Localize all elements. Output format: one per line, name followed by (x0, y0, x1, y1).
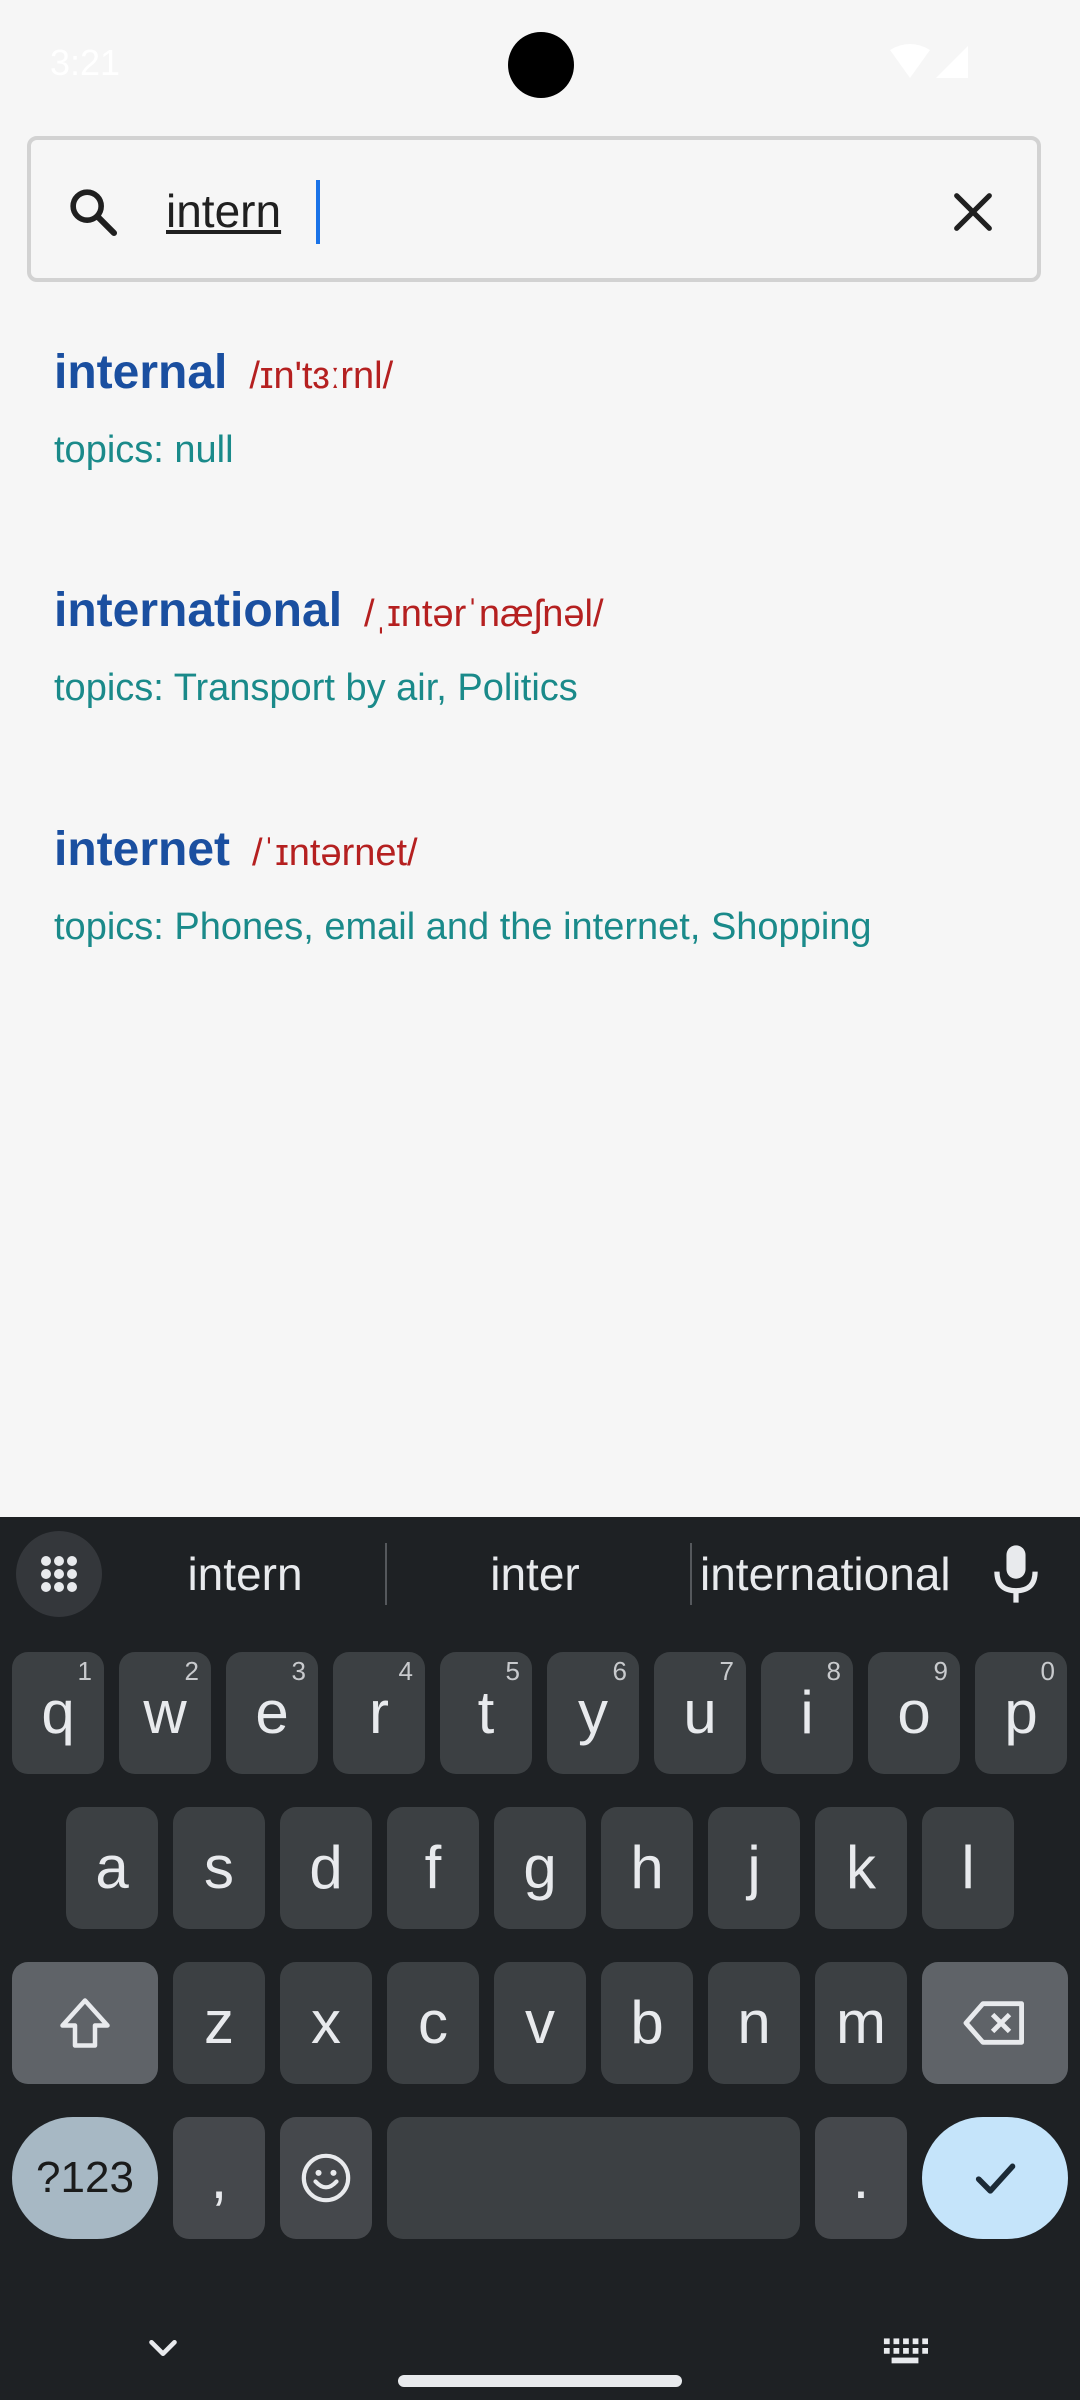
backspace-icon (963, 2001, 1024, 2045)
key-e[interactable]: e3 (226, 1652, 318, 1774)
check-icon (975, 2163, 1016, 2194)
result-phonetic: /ˈɪntərnet/ (252, 832, 418, 874)
suggestion-3[interactable]: international (700, 1539, 951, 1609)
key-letter: p (1004, 1679, 1038, 1746)
suggestion-strip: intern inter international (0, 1517, 1080, 1627)
key-h[interactable]: h (601, 1807, 693, 1929)
key-c[interactable]: c (387, 1962, 479, 2084)
key-s[interactable]: s (173, 1807, 265, 1929)
result-phonetic: /ɪn'tɜːrnl/ (249, 355, 394, 397)
apps-grid-button[interactable] (16, 1531, 102, 1617)
key-hint: 9 (933, 1656, 948, 1686)
key-u[interactable]: u7 (654, 1652, 746, 1774)
key-t[interactable]: t5 (440, 1652, 532, 1774)
key-v[interactable]: v (494, 1962, 586, 2084)
search-icon[interactable] (65, 184, 121, 240)
key-hint: 1 (77, 1656, 92, 1686)
result-topics: topics: Transport by air, Politics (54, 667, 578, 709)
result-topics: topics: Phones, email and the internet, … (54, 906, 872, 948)
result-headline: international/ˌɪntərˈnæʃnəl/ (54, 583, 604, 638)
key-l[interactable]: l (922, 1807, 1014, 1929)
result-word: internet (54, 823, 231, 876)
grid-icon (41, 1556, 77, 1592)
result-headline: internet/ˈɪntərnet/ (54, 822, 418, 877)
key-letter: w (143, 1679, 187, 1746)
chevron-down-icon[interactable] (140, 2325, 186, 2371)
period-key[interactable]: . (815, 2117, 907, 2239)
close-icon[interactable] (945, 184, 1001, 240)
keyboard-nav-row (0, 2299, 1080, 2400)
symbols-mode-key[interactable]: ?123 (12, 2117, 158, 2239)
key-f[interactable]: f (387, 1807, 479, 1929)
status-time: 3:21 (50, 42, 121, 83)
key-letter: e (255, 1679, 289, 1746)
key-m[interactable]: m (815, 1962, 907, 2084)
camera-cutout (508, 32, 574, 98)
result-item[interactable]: international/ˌɪntərˈnæʃnəl/ topics: Tra… (54, 583, 1044, 783)
home-indicator[interactable] (398, 2375, 682, 2387)
key-hint: 8 (826, 1656, 841, 1686)
shift-key[interactable] (12, 1962, 158, 2084)
search-box[interactable] (27, 136, 1041, 282)
result-word: internal (54, 346, 228, 399)
key-hint: 3 (291, 1656, 306, 1686)
key-j[interactable]: j (708, 1807, 800, 1929)
key-hint: 7 (719, 1656, 734, 1686)
status-bar: 3:21 (0, 0, 1080, 130)
keyboard-switch-icon[interactable] (880, 2325, 930, 2371)
result-word: international (54, 584, 343, 637)
key-hint: 0 (1040, 1656, 1055, 1686)
key-b[interactable]: b (601, 1962, 693, 2084)
key-q[interactable]: q1 (12, 1652, 104, 1774)
microphone-icon[interactable] (986, 1543, 1046, 1605)
emoji-key[interactable] (280, 2117, 372, 2239)
key-letter: t (477, 1679, 495, 1746)
key-n[interactable]: n (708, 1962, 800, 2084)
soft-keyboard: intern inter international q1 w2 e3 r4 t… (0, 1517, 1080, 2400)
key-letter: y (578, 1679, 608, 1746)
key-k[interactable]: k (815, 1807, 907, 1929)
key-r[interactable]: r4 (333, 1652, 425, 1774)
key-i[interactable]: i8 (761, 1652, 853, 1774)
key-hint: 4 (398, 1656, 413, 1686)
key-hint: 2 (184, 1656, 199, 1686)
key-o[interactable]: o9 (868, 1652, 960, 1774)
key-d[interactable]: d (280, 1807, 372, 1929)
key-g[interactable]: g (494, 1807, 586, 1929)
backspace-key[interactable] (922, 1962, 1068, 2084)
result-item[interactable]: internal/ɪn'tɜːrnl/ topics: null (54, 345, 1044, 545)
key-letter: u (683, 1679, 717, 1746)
key-letter: i (800, 1679, 814, 1746)
key-hint: 5 (505, 1656, 520, 1686)
suggestion-divider (690, 1543, 692, 1605)
emoji-icon (301, 2153, 351, 2203)
space-key[interactable] (387, 2117, 800, 2239)
result-headline: internal/ɪn'tɜːrnl/ (54, 345, 393, 400)
key-letter: r (369, 1679, 389, 1746)
key-y[interactable]: y6 (547, 1652, 639, 1774)
result-item[interactable]: internet/ˈɪntərnet/ topics: Phones, emai… (54, 822, 1044, 1022)
key-letter: o (897, 1679, 931, 1746)
result-topics: topics: null (54, 429, 234, 471)
search-input[interactable] (166, 176, 926, 246)
key-a[interactable]: a (66, 1807, 158, 1929)
key-x[interactable]: x (280, 1962, 372, 2084)
key-p[interactable]: p0 (975, 1652, 1067, 1774)
shift-icon (60, 1998, 110, 2048)
key-z[interactable]: z (173, 1962, 265, 2084)
suggestion-1[interactable]: intern (130, 1539, 360, 1609)
key-hint: 6 (612, 1656, 627, 1686)
enter-key[interactable] (922, 2117, 1068, 2239)
suggestion-2[interactable]: inter (420, 1539, 650, 1609)
suggestion-divider (385, 1543, 387, 1605)
key-w[interactable]: w2 (119, 1652, 211, 1774)
text-caret (316, 180, 320, 244)
comma-key[interactable]: , (173, 2117, 265, 2239)
wifi-signal-icon (890, 44, 968, 78)
key-letter: q (41, 1679, 75, 1746)
result-phonetic: /ˌɪntərˈnæʃnəl/ (364, 593, 604, 635)
